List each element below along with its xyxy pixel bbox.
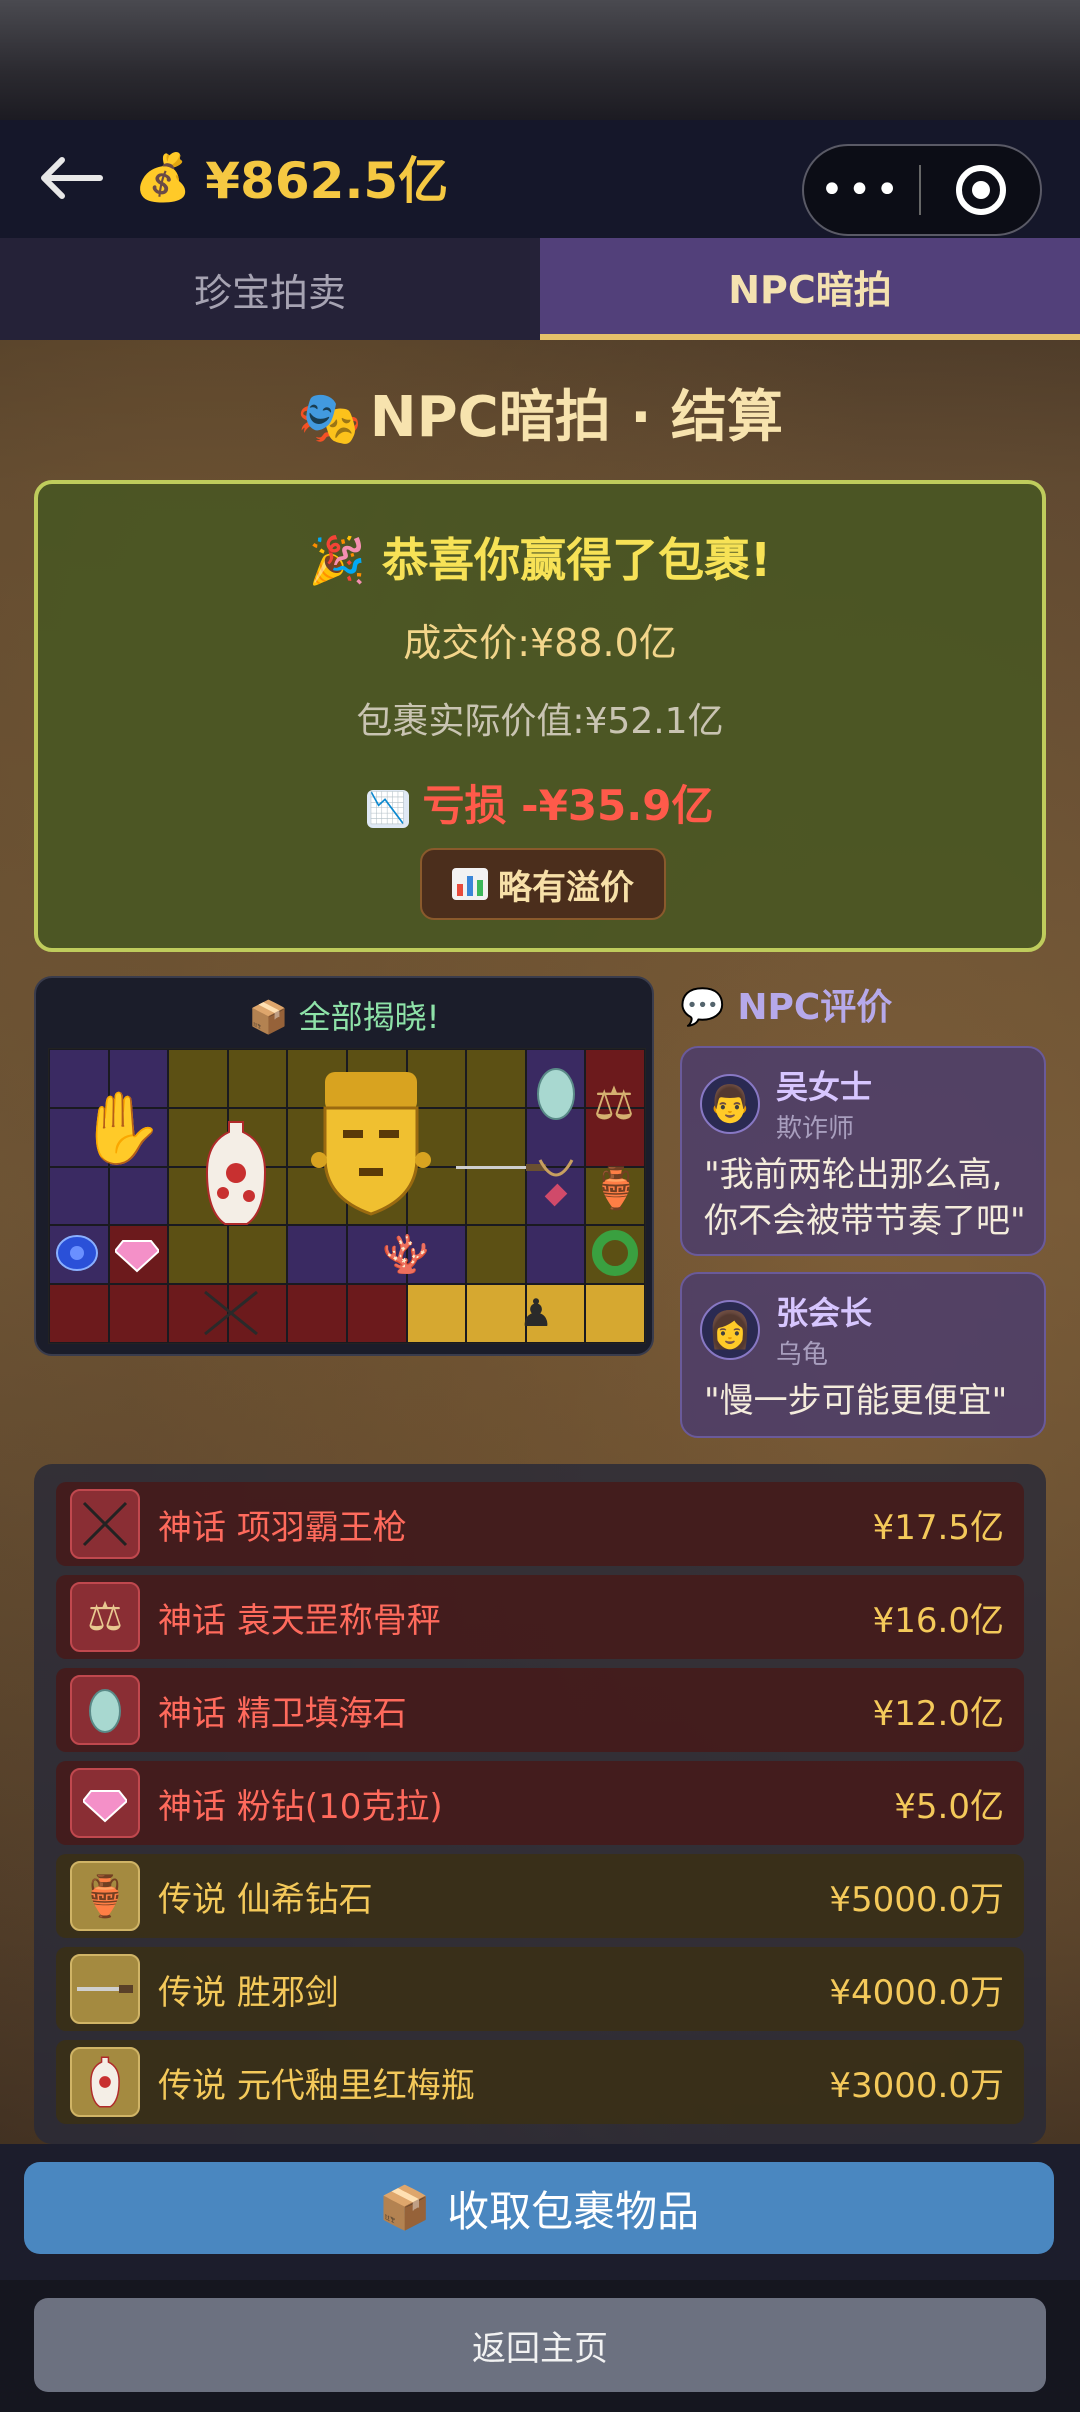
loss-amount: 📉 亏损 -¥35.9亿 [38, 772, 1042, 833]
collect-package-label: 收取包裹物品 [447, 2186, 700, 2236]
list-item[interactable]: 传说 胜邪剑 ¥4000.0万 [56, 1947, 1024, 2031]
sapphire-icon [48, 1224, 106, 1282]
page-title-text: NPC暗拍 · 结算 [369, 385, 784, 450]
npc-role: 乌龟 [776, 1340, 829, 1370]
item-value: ¥5.0亿 [894, 1786, 1004, 1827]
package-icon: 📦 [378, 2183, 432, 2232]
nav-bar: 💰 ¥862.5亿 ••• [0, 120, 1080, 238]
item-label: 神话 袁天罡称骨秤 [158, 1600, 441, 1641]
npc-quote-line: 你不会被带节奏了吧" [704, 1201, 1026, 1241]
scale-icon: ⚖ [593, 1076, 635, 1130]
balance-amount: ¥862.5亿 [205, 152, 449, 210]
vase-icon [186, 1108, 286, 1238]
reveal-title-text: 全部揭晓! [298, 998, 440, 1036]
item-label: 神话 项羽霸王枪 [158, 1507, 407, 1548]
spear-icon [70, 1489, 140, 1559]
deal-price: 成交价:¥88.0亿 [403, 621, 677, 665]
diamond-statue-icon: 🏺 [591, 1165, 641, 1212]
mini-program-capsule: ••• [802, 144, 1042, 236]
diamond-statue-icon: 🏺 [70, 1861, 140, 1931]
reveal-title: 📦 全部揭晓! [36, 992, 652, 1038]
avatar: 👨 [700, 1074, 760, 1134]
list-item[interactable]: 神话 粉钻(10克拉) ¥5.0亿 [56, 1761, 1024, 1845]
actual-value: 包裹实际价值:¥52.1亿 [356, 701, 724, 742]
bar-chart-icon [452, 868, 488, 900]
item-label: 神话 粉钻(10克拉) [158, 1786, 443, 1827]
vase-icon [70, 2047, 140, 2117]
verdict-badge: 略有溢价 [420, 848, 666, 920]
footer-bar: 返回主页 [0, 2280, 1080, 2412]
necklace-icon [526, 1153, 586, 1213]
verdict-text: 略有溢价 [498, 867, 634, 908]
egg-stone-icon [70, 1675, 140, 1745]
sword-icon [70, 1954, 140, 2024]
golden-mask-icon [306, 1068, 436, 1218]
arrow-left-icon[interactable] [36, 148, 116, 208]
tab-bar: 珍宝拍卖 NPC暗拍 [0, 238, 1080, 340]
more-dots-icon[interactable]: ••• [804, 144, 919, 236]
item-value: ¥5000.0万 [829, 1879, 1004, 1920]
item-label: 传说 仙希钻石 [158, 1879, 373, 1920]
npc-review-title: 💬 NPC评价 [680, 978, 892, 1030]
package-reveal-panel: 📦 全部揭晓! ✋ ⚖ 🏺 🪸 ♟ [34, 976, 654, 1356]
pink-diamond-icon [108, 1224, 166, 1282]
chart-down-icon: 📉 [366, 789, 409, 828]
list-item[interactable]: 🏺 传说 仙希钻石 ¥5000.0万 [56, 1854, 1024, 1938]
item-value: ¥17.5亿 [872, 1507, 1004, 1548]
list-item[interactable]: ⚖ 神话 袁天罡称骨秤 ¥16.0亿 [56, 1575, 1024, 1659]
item-value: ¥3000.0万 [829, 2065, 1004, 2106]
item-value-list: 神话 项羽霸王枪 ¥17.5亿 ⚖ 神话 袁天罡称骨秤 ¥16.0亿 神话 精卫… [34, 1464, 1046, 2144]
pink-diamond-icon [70, 1768, 140, 1838]
target-circle-icon[interactable] [921, 165, 1040, 215]
npc-name: 张会长 [776, 1294, 873, 1332]
list-item[interactable]: 神话 精卫填海石 ¥12.0亿 [56, 1668, 1024, 1752]
party-popper-icon: 🎉 [308, 533, 367, 587]
egg-stone-icon [526, 1058, 586, 1128]
congrats-message: 🎉 恭喜你赢得了包裹! [38, 524, 1042, 590]
theater-masks-icon: 🎭 [296, 389, 362, 449]
speech-bubble-icon: 💬 [680, 987, 725, 1028]
avatar: 👩 [700, 1300, 760, 1360]
npc-quote: "慢一步可能更便宜" [704, 1378, 1007, 1424]
congrats-text: 恭喜你赢得了包裹! [382, 533, 772, 587]
figure-statue-icon: ♟ [518, 1291, 554, 1335]
spear-icon [196, 1284, 266, 1342]
tab-treasure-auction[interactable]: 珍宝拍卖 [0, 238, 540, 340]
npc-name: 吴女士 [776, 1068, 873, 1106]
collect-bar: 📦 收取包裹物品 [0, 2144, 1080, 2280]
tab-npc-blind-auction[interactable]: NPC暗拍 [540, 238, 1080, 340]
coral-icon: 🪸 [382, 1231, 430, 1276]
item-value: ¥4000.0万 [829, 1972, 1004, 2013]
buddha-hand-icon: ✋ [77, 1086, 165, 1169]
jade-bracelet-icon [586, 1224, 644, 1282]
scale-icon: ⚖ [70, 1582, 140, 1652]
package-icon: 📦 [248, 998, 289, 1036]
npc-comment-card: 👨 吴女士 欺诈师 "我前两轮出那么高, 你不会被带节奏了吧" [680, 1046, 1046, 1256]
list-item[interactable]: 传说 元代釉里红梅瓶 ¥3000.0万 [56, 2040, 1024, 2124]
money-bag-icon: 💰 [134, 149, 192, 204]
result-panel: 🎉 恭喜你赢得了包裹! 成交价:¥88.0亿 包裹实际价值:¥52.1亿 📉 亏损… [34, 480, 1046, 952]
item-label: 传说 元代釉里红梅瓶 [158, 2065, 475, 2106]
item-value: ¥12.0亿 [872, 1693, 1004, 1734]
item-label: 传说 胜邪剑 [158, 1972, 339, 2013]
npc-quote: "我前两轮出那么高, 你不会被带节奏了吧" [704, 1152, 1026, 1244]
npc-comment-card: 👩 张会长 乌龟 "慢一步可能更便宜" [680, 1272, 1046, 1438]
npc-role: 欺诈师 [776, 1114, 855, 1144]
npc-quote-line: "慢一步可能更便宜" [704, 1381, 1008, 1421]
item-label: 神话 精卫填海石 [158, 1693, 407, 1734]
page-title: 🎭 NPC暗拍 · 结算 [0, 372, 1080, 453]
npc-review-title-text: NPC评价 [737, 987, 893, 1028]
status-area [0, 0, 1080, 120]
list-item[interactable]: 神话 项羽霸王枪 ¥17.5亿 [56, 1482, 1024, 1566]
loss-text: 亏损 -¥35.9亿 [422, 781, 714, 830]
npc-quote-line: "我前两轮出那么高, [704, 1155, 1003, 1195]
return-home-button[interactable]: 返回主页 [34, 2298, 1046, 2392]
item-value: ¥16.0亿 [872, 1600, 1004, 1641]
collect-package-button[interactable]: 📦 收取包裹物品 [24, 2162, 1054, 2254]
balance-display: 💰 ¥862.5亿 [134, 142, 448, 212]
